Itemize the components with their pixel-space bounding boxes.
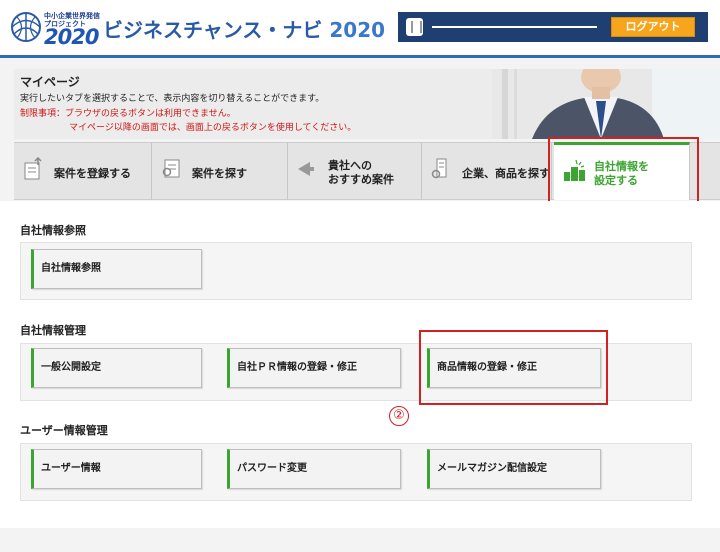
businessman-image [492, 69, 720, 139]
public-settings-button[interactable]: 一般公開設定 [31, 348, 202, 388]
company-pr-edit-button[interactable]: 自社ＰＲ情報の登録・修正 [227, 348, 401, 388]
newsletter-settings-button[interactable]: メールマガジン配信設定 [427, 449, 601, 489]
user-bar: ログアウト [398, 12, 708, 42]
tab-recommended-projects[interactable]: 貴社への おすすめ案件 [288, 143, 422, 200]
tab-search-project[interactable]: 案件を探す [152, 143, 288, 200]
logout-button[interactable]: ログアウト [611, 17, 695, 37]
globe-logo-icon [11, 12, 41, 42]
tab-search-companies[interactable]: 企業、商品を探す [422, 143, 552, 200]
site-title-year: 2020 [329, 18, 386, 42]
user-info-button[interactable]: ユーザー情報 [31, 449, 202, 489]
tab-label: 案件を探す [192, 167, 247, 180]
section-title-user-manage: ユーザー情報管理 [20, 424, 108, 437]
tab-label: 企業、商品を探す [462, 167, 550, 180]
site-title: ビジネスチャンス・ナビ 2020 [103, 14, 385, 43]
annotation-box-2 [419, 330, 608, 405]
document-upload-icon [24, 157, 42, 180]
site-logo[interactable]: 中小企業世界発信 プロジェクト 2020 [8, 8, 100, 49]
logo-year: 2020 [44, 25, 99, 49]
megaphone-icon [298, 162, 314, 176]
site-title-text: ビジネスチャンス・ナビ [103, 18, 323, 42]
tab-label-line2: おすすめ案件 [328, 173, 394, 186]
page-title: マイページ [20, 75, 80, 89]
company-name-line [432, 26, 597, 28]
mypage-banner: マイページ 実行したいタブを選択することで、表示内容を切り替えることができます。… [14, 69, 720, 139]
document-search-icon [162, 159, 180, 178]
section-title-company-manage: 自社情報管理 [20, 324, 86, 337]
building-icon [406, 18, 423, 36]
page-description: 実行したいタブを選択することで、表示内容を切り替えることができます。 [20, 94, 325, 104]
annotation-box-1 [548, 137, 699, 211]
restriction-notice: 制限事項：ブラウザの戻るボタンは利用できません。 [20, 109, 236, 119]
password-change-button[interactable]: パスワード変更 [227, 449, 401, 489]
site-header: 中小企業世界発信 プロジェクト 2020 ビジネスチャンス・ナビ 2020 ログ… [0, 0, 720, 58]
restriction-notice-detail: マイページ以降の画面では、画面上の戻るボタンを使用してください。 [69, 123, 357, 133]
section-user-manage: ユーザー情報 パスワード変更 メールマガジン配信設定 [20, 443, 692, 501]
tab-label-line1: 貴社への [328, 159, 372, 172]
building-search-icon [431, 158, 447, 179]
section-company-view: 自社情報参照 [20, 242, 692, 300]
section-title-company-view: 自社情報参照 [20, 224, 86, 237]
tab-label: 案件を登録する [54, 167, 131, 180]
company-info-view-button[interactable]: 自社情報参照 [31, 249, 202, 289]
annotation-marker-2: ② [389, 406, 409, 426]
tab-register-project[interactable]: 案件を登録する [14, 143, 152, 200]
